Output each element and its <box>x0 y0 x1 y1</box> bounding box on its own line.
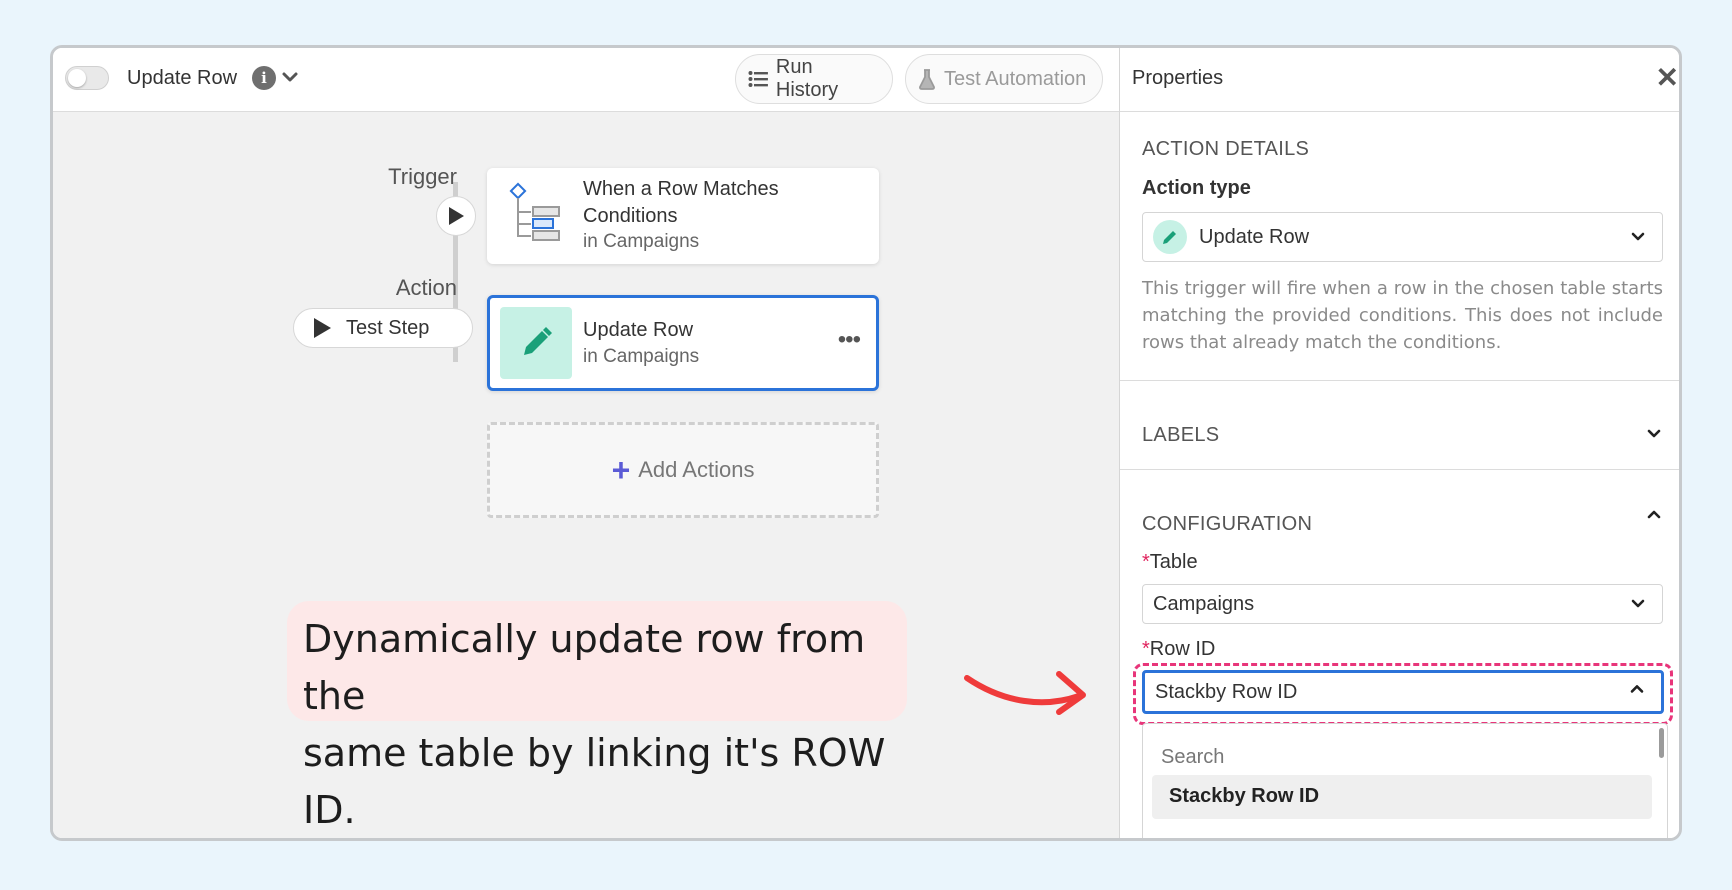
trigger-card[interactable]: When a Row Matches Conditions in Campaig… <box>487 168 879 264</box>
trigger-title-line1: When a Row Matches <box>583 178 779 200</box>
annotation-callout: Dynamically update row from the same tab… <box>287 601 907 832</box>
add-actions-label: Add Actions <box>638 457 755 482</box>
dropdown-option[interactable]: Stackby Row ID <box>1152 775 1652 819</box>
action-type-value: Update Row <box>1199 225 1310 248</box>
row-id-value: Stackby Row ID <box>1155 680 1298 703</box>
test-automation-label: Test Automation <box>944 67 1087 90</box>
test-step-label: Test Step <box>346 316 430 339</box>
required-mark: * <box>1142 551 1150 573</box>
automation-title[interactable]: Update Row <box>127 67 237 90</box>
properties-panel: Properties ✕ ACTION DETAILS Action type … <box>1120 48 1679 838</box>
dropdown-scrollbar[interactable] <box>1659 728 1664 758</box>
action-title: Update Row <box>583 319 694 341</box>
action-details-heading: ACTION DETAILS <box>1142 138 1310 160</box>
trigger-play-button[interactable] <box>436 196 476 236</box>
chevron-down-icon <box>1631 599 1645 608</box>
plus-icon: + <box>611 452 631 488</box>
callout-line-2: same table by linking it's ROW ID. <box>303 731 886 832</box>
required-mark: * <box>1142 638 1150 660</box>
info-icon[interactable]: i <box>252 66 276 90</box>
action-subtitle: in Campaigns <box>583 346 700 367</box>
trigger-title-line2: Conditions <box>583 205 678 227</box>
section-divider <box>1120 380 1679 381</box>
list-icon <box>748 71 768 87</box>
chevron-up-icon <box>1630 685 1644 693</box>
trigger-subtitle: in Campaigns <box>583 231 700 252</box>
action-card[interactable]: Update Row in Campaigns ••• <box>487 295 879 391</box>
table-select[interactable]: Campaigns <box>1142 584 1663 624</box>
row-id-label: *Row ID <box>1142 638 1216 660</box>
pencil-icon <box>1153 220 1187 254</box>
test-automation-button[interactable]: Test Automation <box>905 54 1103 104</box>
app-window: Update Row i Run History Test Automation… <box>50 45 1682 841</box>
labels-heading[interactable]: LABELS <box>1142 424 1219 447</box>
chevron-down-icon[interactable] <box>279 64 301 90</box>
arrow-icon <box>964 671 1086 715</box>
run-history-button[interactable]: Run History <box>735 54 893 104</box>
properties-title: Properties <box>1132 67 1224 89</box>
add-actions-button[interactable]: + Add Actions <box>487 422 879 518</box>
properties-header: Properties ✕ <box>1120 48 1679 112</box>
configuration-heading[interactable]: CONFIGURATION <box>1142 513 1312 536</box>
action-type-select[interactable]: Update Row <box>1142 212 1663 262</box>
chevron-down-icon[interactable] <box>1646 428 1662 440</box>
table-value: Campaigns <box>1153 592 1255 615</box>
chevron-down-icon <box>1631 232 1645 241</box>
test-step-button[interactable]: Test Step <box>293 308 473 348</box>
play-icon <box>314 318 331 338</box>
action-label: Action <box>395 275 457 300</box>
close-icon[interactable]: ✕ <box>1656 61 1679 94</box>
automation-toolbar: Update Row i Run History Test Automation <box>53 48 1119 112</box>
table-label: *Table <box>1142 551 1198 573</box>
trigger-label: Trigger <box>388 164 457 189</box>
row-id-dropdown: Search Stackby Row ID <box>1142 723 1668 838</box>
play-icon <box>449 207 464 225</box>
automation-toggle[interactable] <box>65 66 109 90</box>
section-divider <box>1120 469 1679 470</box>
tree-icon <box>509 182 560 241</box>
action-type-label: Action type <box>1142 177 1251 199</box>
dropdown-search-input[interactable]: Search <box>1161 746 1224 769</box>
action-description: This trigger will fire when a row in the… <box>1142 278 1663 353</box>
chevron-up-icon[interactable] <box>1646 508 1662 520</box>
callout-line-1: Dynamically update row from the <box>303 617 866 718</box>
flask-icon <box>919 69 935 90</box>
run-history-label: Run History <box>775 56 839 101</box>
pencil-icon <box>500 307 572 379</box>
row-id-select[interactable]: Stackby Row ID <box>1142 670 1664 714</box>
more-options-icon[interactable]: ••• <box>838 326 861 354</box>
